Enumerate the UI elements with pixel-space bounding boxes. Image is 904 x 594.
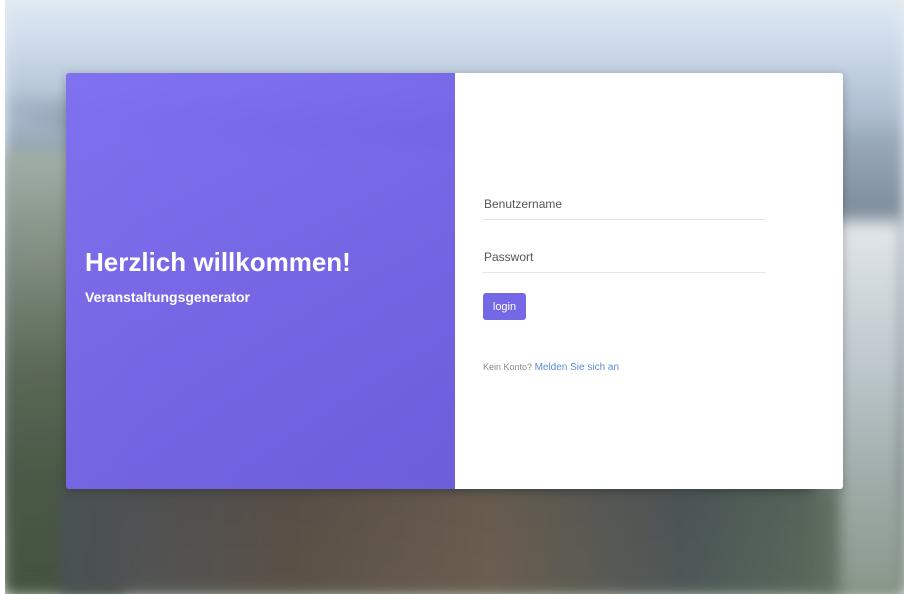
- background-ground: [60, 488, 840, 594]
- left-edge-strip: [0, 0, 5, 594]
- signup-link[interactable]: Melden Sie sich an: [535, 362, 620, 373]
- username-input[interactable]: [482, 197, 766, 220]
- welcome-title: Herzlich willkommen!: [85, 247, 351, 277]
- welcome-panel: Herzlich willkommen! Veranstaltungsgener…: [66, 73, 455, 489]
- signup-prompt: Kein Konto? Melden Sie sich an: [483, 362, 619, 373]
- login-card: Herzlich willkommen! Veranstaltungsgener…: [66, 73, 843, 489]
- no-account-text: Kein Konto?: [483, 362, 533, 372]
- login-page: Herzlich willkommen! Veranstaltungsgener…: [0, 0, 904, 594]
- welcome-subtitle: Veranstaltungsgenerator: [85, 289, 250, 305]
- login-button[interactable]: login: [483, 293, 526, 320]
- login-form-panel: login Kein Konto? Melden Sie sich an: [455, 73, 843, 489]
- password-input[interactable]: [482, 250, 766, 273]
